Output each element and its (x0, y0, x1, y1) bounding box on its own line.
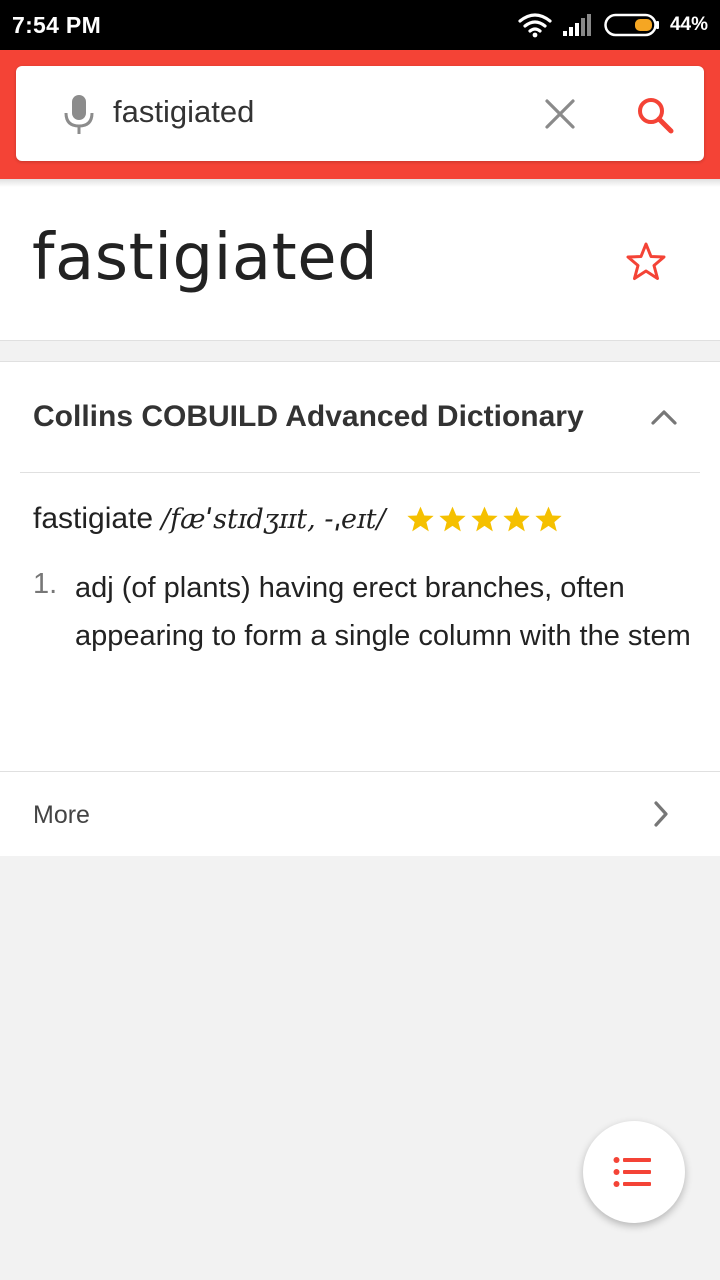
signal-icon (562, 14, 591, 36)
more-label: More (33, 801, 90, 829)
dictionary-card: Collins COBUILD Advanced Dictionary fast… (0, 361, 720, 856)
headword-line: fastigiate /fæˈstɪdʒɪɪt, -ˌeɪt/ (33, 502, 563, 536)
definition-text: adj (of plants) having erect branches, o… (75, 572, 691, 652)
pronunciation: /fæˈstɪdʒɪɪt, -ˌeɪt/ (161, 503, 386, 535)
battery-icon (604, 13, 659, 37)
star-filled-icon (471, 506, 498, 532)
word-header-card: fastigiated (0, 179, 720, 341)
star-outline-icon[interactable] (625, 241, 667, 281)
search-input[interactable]: fastigiated (113, 94, 254, 130)
chevron-up-icon[interactable] (650, 408, 678, 426)
star-filled-icon (503, 506, 530, 532)
star-filled-icon (407, 506, 434, 532)
entry-word: fastigiated (32, 221, 379, 295)
dictionary-title: Collins COBUILD Advanced Dictionary (33, 400, 584, 433)
wifi-icon (518, 13, 552, 38)
clear-icon[interactable] (544, 98, 576, 130)
star-filled-icon (439, 506, 466, 532)
definition-number: 1. (33, 568, 58, 600)
status-time: 7:54 PM (12, 11, 102, 38)
mic-icon[interactable] (62, 94, 96, 136)
search-icon[interactable] (636, 96, 674, 134)
frequency-rating (406, 505, 563, 533)
battery-percent: 44% (669, 14, 708, 35)
status-icons: 44% (518, 12, 708, 38)
list-icon (613, 1157, 651, 1187)
divider (20, 472, 700, 473)
star-filled-icon (535, 506, 562, 532)
status-bar: 7:54 PM 44% (0, 0, 720, 50)
chevron-right-icon (654, 801, 668, 827)
search-box[interactable]: fastigiated (16, 66, 704, 161)
headword: fastigiate (33, 502, 154, 535)
toc-fab[interactable] (583, 1121, 685, 1223)
app-bar: fastigiated (0, 50, 720, 179)
appbar-shadow (0, 179, 720, 187)
more-button[interactable]: More (0, 772, 720, 857)
